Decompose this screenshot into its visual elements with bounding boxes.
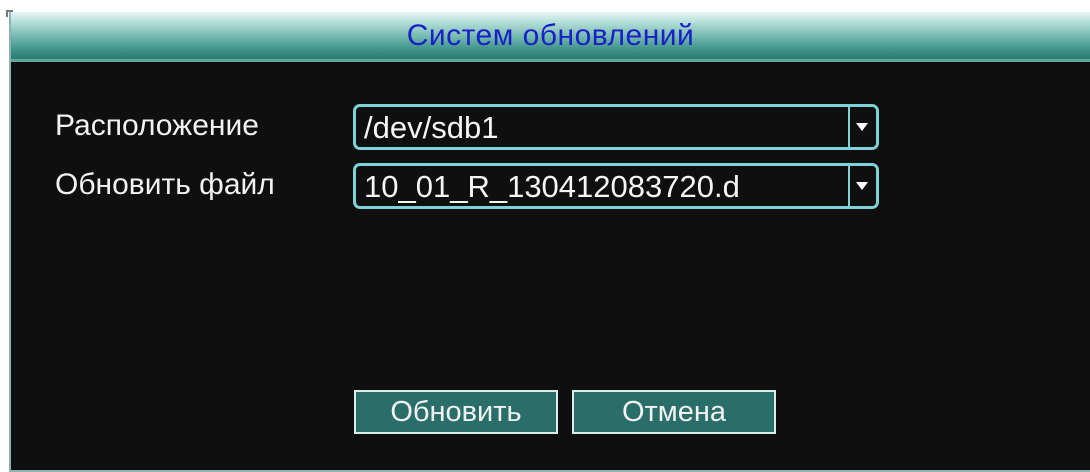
update-system-dialog: Систем обновлений Расположение /dev/sdb1… <box>9 12 1090 472</box>
chevron-down-icon <box>856 123 868 131</box>
dialog-title: Систем обновлений <box>406 19 695 52</box>
location-dropdown[interactable]: /dev/sdb1 <box>353 104 879 150</box>
update-file-value: 10_01_R_130412083720.d <box>364 169 740 204</box>
location-dropdown-button[interactable] <box>848 107 876 147</box>
chevron-down-icon <box>856 182 868 190</box>
update-file-dropdown[interactable]: 10_01_R_130412083720.d <box>353 163 879 209</box>
update-file-dropdown-button[interactable] <box>848 166 876 206</box>
location-value: /dev/sdb1 <box>364 110 499 145</box>
dialog-title-bar: Систем обновлений <box>11 12 1090 62</box>
update-file-label: Обновить файл <box>55 168 275 201</box>
cancel-button[interactable]: Отмена <box>572 390 776 434</box>
location-label: Расположение <box>55 109 259 142</box>
update-button[interactable]: Обновить <box>354 390 558 434</box>
